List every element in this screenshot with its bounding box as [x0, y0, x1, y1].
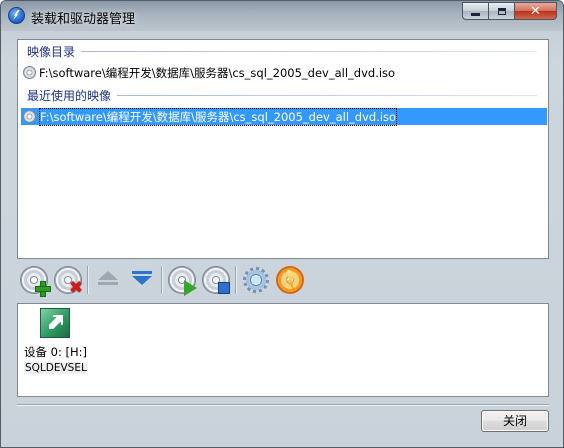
maximize-button[interactable]	[488, 2, 514, 20]
minimize-button[interactable]	[462, 2, 488, 20]
close-icon: ✕	[530, 3, 541, 19]
disc-icon	[23, 66, 36, 79]
add-image-button[interactable]	[17, 263, 51, 297]
add-icon	[35, 281, 51, 297]
group-header-label: 最近使用的映像	[27, 88, 112, 103]
toolbar-separator	[161, 266, 163, 294]
image-list[interactable]: 映像目录 F:\software\编程开发\数据库\服务器\cs_sql_200…	[17, 39, 549, 259]
image-path: F:\software\编程开发\数据库\服务器\cs_sql_2005_dev…	[39, 65, 396, 80]
insert-button[interactable]	[125, 263, 159, 297]
maximize-icon	[497, 7, 506, 15]
remove-icon: ✖	[68, 278, 84, 298]
remove-image-button[interactable]: ✖	[51, 263, 85, 297]
toolbar-separator	[235, 266, 237, 294]
group-header-recent-images[interactable]: 最近使用的映像	[27, 87, 537, 103]
close-window-button[interactable]: ✕	[514, 2, 557, 20]
group-header-image-catalog[interactable]: 映像目录	[27, 43, 537, 59]
toolbar: ✖	[17, 263, 549, 297]
burn-disc-icon	[276, 266, 304, 294]
group-divider	[117, 94, 537, 96]
minimize-icon	[471, 12, 480, 16]
eject-icon	[98, 271, 118, 289]
disc-icon	[23, 110, 36, 123]
device-panel[interactable]: 设备 0: [H:] SQLDEVSEL	[17, 303, 549, 397]
list-item-selected[interactable]: F:\software\编程开发\数据库\服务器\cs_sql_2005_dev…	[21, 107, 547, 126]
mount-manager-window: 装载和驱动器管理 ✕ 映像目录 F:\software\编程开发\数据库\服务器…	[0, 0, 564, 448]
eject-button[interactable]	[91, 263, 125, 297]
insert-icon	[132, 271, 152, 289]
burn-button[interactable]	[273, 263, 307, 297]
settings-button[interactable]	[239, 263, 273, 297]
image-path: F:\software\编程开发\数据库\服务器\cs_sql_2005_dev…	[39, 107, 398, 126]
group-header-label: 映像目录	[27, 44, 76, 59]
play-icon	[184, 280, 197, 296]
device-label: 设备 0: [H:]	[24, 345, 87, 359]
app-lightning-icon	[8, 7, 25, 24]
virtual-drive[interactable]: 设备 0: [H:] SQLDEVSEL	[24, 308, 88, 374]
title-bar[interactable]: 装载和驱动器管理 ✕	[1, 1, 563, 31]
virtual-drive-icon	[40, 308, 70, 338]
footer-divider	[17, 404, 549, 406]
gear-icon	[243, 267, 269, 293]
mount-button[interactable]	[165, 263, 199, 297]
device-volume-label: SQLDEVSEL	[24, 362, 88, 374]
close-button[interactable]: 关闭	[481, 410, 549, 432]
window-title: 装载和驱动器管理	[31, 12, 136, 27]
stop-icon	[218, 282, 230, 294]
caption-buttons: ✕	[462, 2, 557, 21]
unmount-button[interactable]	[199, 263, 233, 297]
group-divider	[81, 50, 537, 52]
toolbar-separator	[87, 266, 89, 294]
list-item[interactable]: F:\software\编程开发\数据库\服务器\cs_sql_2005_dev…	[21, 64, 547, 81]
